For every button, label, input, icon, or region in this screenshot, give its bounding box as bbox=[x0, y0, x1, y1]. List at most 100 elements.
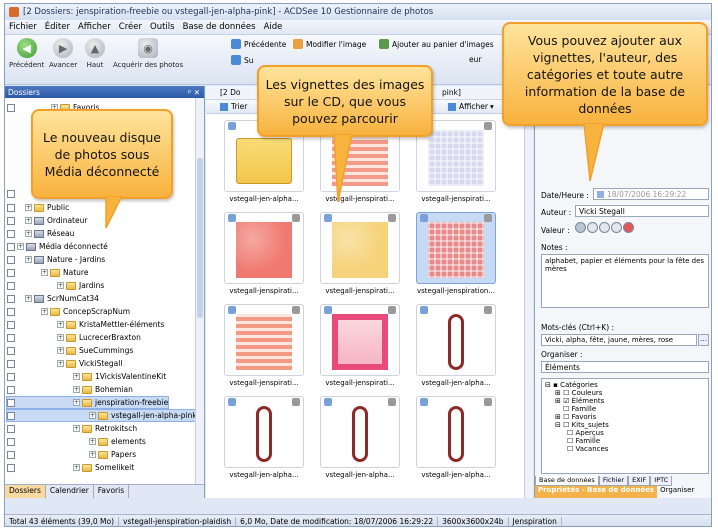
category-item[interactable]: ⊞ ☐ Favoris bbox=[555, 413, 596, 421]
pin-close-icon[interactable]: ᵖ ✕ bbox=[188, 88, 200, 97]
expand-icon[interactable]: + bbox=[89, 412, 96, 419]
checkbox-icon[interactable] bbox=[7, 103, 15, 112]
folder-tree-item[interactable]: + ScrNumCat34 bbox=[7, 293, 99, 304]
category-item[interactable]: ☐ Aperçus bbox=[567, 429, 604, 437]
menu-base-de-donnees[interactable]: Base de données bbox=[183, 22, 256, 32]
tab-fichier[interactable]: Fichier bbox=[598, 476, 629, 486]
folder-tree-item[interactable]: + Public bbox=[7, 202, 69, 213]
folder-tree-item[interactable]: + Nature bbox=[7, 267, 88, 278]
menu-outils[interactable]: Outils bbox=[150, 22, 175, 32]
tab-properties-database[interactable]: Propriétés - Base de données bbox=[535, 486, 658, 498]
expand-icon[interactable]: + bbox=[73, 373, 80, 380]
slideshow-button[interactable]: Su bbox=[231, 55, 254, 65]
folder-tree-item[interactable]: + LucrecerBraxton bbox=[7, 332, 141, 343]
expand-icon[interactable]: + bbox=[57, 360, 64, 367]
folder-tree-item[interactable]: + vstegall-jen-alpha-pink bbox=[6, 409, 198, 422]
modify-image-button[interactable]: Modifier l'image bbox=[293, 39, 366, 49]
folder-tree-item[interactable]: + Réseau bbox=[7, 228, 74, 239]
expand-icon[interactable]: + bbox=[73, 399, 80, 406]
expand-icon[interactable]: + bbox=[25, 256, 32, 263]
thumbnail[interactable]: vstegall-jenspirati... bbox=[320, 212, 400, 298]
checkbox-icon[interactable] bbox=[7, 437, 15, 446]
keywords-browse-button[interactable]: … bbox=[698, 334, 709, 346]
tab-favoris[interactable]: Favoris bbox=[94, 485, 130, 498]
precedente-button[interactable]: Précédente bbox=[231, 39, 286, 49]
expand-icon[interactable]: + bbox=[57, 321, 64, 328]
rating-control[interactable] bbox=[575, 222, 634, 233]
category-item[interactable]: ⊞ ☑ Éléments bbox=[555, 397, 604, 405]
checkbox-icon[interactable] bbox=[7, 281, 15, 290]
folder-tree-item[interactable]: + jenspiration-freebie bbox=[5, 396, 170, 409]
expand-icon[interactable]: + bbox=[41, 308, 48, 315]
folder-tree-item[interactable]: + Somelikeit bbox=[7, 462, 134, 473]
tab-iptc[interactable]: IPTC bbox=[650, 476, 673, 486]
checkbox-icon[interactable] bbox=[7, 411, 15, 420]
checkbox-icon[interactable] bbox=[7, 268, 15, 277]
expand-icon[interactable]: + bbox=[57, 282, 64, 289]
checkbox-icon[interactable] bbox=[7, 242, 15, 251]
up-button[interactable]: ▲ Haut bbox=[85, 38, 105, 69]
tab-calendrier[interactable]: Calendrier bbox=[46, 485, 94, 498]
author-field[interactable]: Vicki Stegall bbox=[575, 205, 709, 217]
category-item[interactable]: ☐ Vacances bbox=[567, 445, 608, 453]
expand-icon[interactable]: + bbox=[25, 295, 32, 302]
category-item[interactable]: ☐ Famille bbox=[563, 405, 596, 413]
file-list-scrollbar[interactable] bbox=[524, 114, 533, 498]
checkbox-icon[interactable] bbox=[7, 203, 15, 212]
folder-tree-item[interactable]: + SueCummings bbox=[7, 345, 133, 356]
checkbox-icon[interactable] bbox=[7, 450, 15, 459]
menu-afficher[interactable]: Afficher bbox=[78, 22, 111, 32]
folder-tree-item[interactable]: + VickiStegall bbox=[7, 358, 122, 369]
checkbox-icon[interactable]: ☐ bbox=[567, 445, 576, 453]
category-item[interactable]: ⊟ ☐ Kits_sujets bbox=[555, 421, 609, 429]
checkbox-icon[interactable]: ⊞ ☐ bbox=[555, 413, 572, 421]
thumbnail[interactable]: vstegall-jen-alpha... bbox=[416, 396, 496, 482]
sort-button[interactable]: Trier bbox=[231, 102, 247, 111]
checkbox-icon[interactable]: ☐ bbox=[567, 429, 576, 437]
checkbox-icon[interactable] bbox=[7, 359, 15, 368]
expand-icon[interactable]: + bbox=[57, 334, 64, 341]
folder-tree-scrollbar[interactable] bbox=[195, 98, 204, 484]
notes-field[interactable]: alphabet, papier et éléments pour la fêt… bbox=[541, 254, 709, 308]
rating-clear-icon[interactable] bbox=[623, 222, 634, 233]
checkbox-icon[interactable] bbox=[7, 189, 15, 198]
folder-tree-item[interactable]: + ConcepScrapNum bbox=[7, 306, 130, 317]
view-button[interactable]: Afficher ▾ bbox=[448, 102, 494, 111]
rating-4-icon[interactable] bbox=[611, 222, 622, 233]
thumbnail[interactable]: vstegall-jenspirati... bbox=[224, 212, 304, 298]
acquire-button[interactable]: ◉ Acquérir des photos bbox=[113, 38, 183, 69]
folder-tree-item[interactable]: + KristaMettler-éléments bbox=[7, 319, 164, 330]
viewer-button[interactable]: eur bbox=[469, 55, 481, 64]
checkbox-icon[interactable] bbox=[7, 398, 15, 407]
rating-3-icon[interactable] bbox=[599, 222, 610, 233]
expand-icon[interactable]: + bbox=[25, 217, 32, 224]
rating-2-icon[interactable] bbox=[587, 222, 598, 233]
tab-base-de-donnees[interactable]: Base de données bbox=[535, 476, 599, 486]
folder-tree-item[interactable]: + Papers bbox=[7, 449, 136, 460]
tab-organiser[interactable]: Organiser bbox=[657, 486, 697, 498]
expand-icon[interactable]: + bbox=[25, 230, 32, 237]
expand-icon[interactable]: + bbox=[73, 464, 80, 471]
expand-icon[interactable]: + bbox=[57, 347, 64, 354]
folder-tree-item[interactable]: + elements bbox=[7, 436, 146, 447]
category-item[interactable]: ⊞ ☐ Couleurs bbox=[555, 389, 602, 397]
expand-icon[interactable]: + bbox=[41, 269, 48, 276]
thumbnail[interactable]: vstegall-jenspirati... bbox=[224, 304, 304, 390]
checkbox-icon[interactable] bbox=[7, 307, 15, 316]
expand-icon[interactable]: + bbox=[73, 425, 80, 432]
folder-tree-item[interactable]: +1VickisValentineKit bbox=[7, 371, 166, 382]
menu-creer[interactable]: Créer bbox=[119, 22, 142, 32]
expand-icon[interactable]: + bbox=[89, 438, 96, 445]
folder-tree-item[interactable]: + Ordinateur bbox=[7, 215, 87, 226]
tab-exif[interactable]: EXIF bbox=[628, 476, 651, 486]
organize-field[interactable]: Éléments bbox=[541, 361, 709, 373]
category-root[interactable]: ⊟ ▪ Catégories bbox=[545, 381, 598, 389]
tab-dossiers[interactable]: Dossiers bbox=[5, 485, 46, 498]
folder-tree-item[interactable]: + Jardins bbox=[7, 280, 104, 291]
checkbox-icon[interactable] bbox=[7, 255, 15, 264]
checkbox-icon[interactable] bbox=[7, 294, 15, 303]
expand-icon[interactable]: + bbox=[17, 243, 24, 250]
category-item[interactable]: ☐ Famille bbox=[567, 437, 600, 445]
date-field[interactable]: 18/07/2006 16:29:22 bbox=[593, 188, 709, 200]
rating-1-icon[interactable] bbox=[575, 222, 586, 233]
